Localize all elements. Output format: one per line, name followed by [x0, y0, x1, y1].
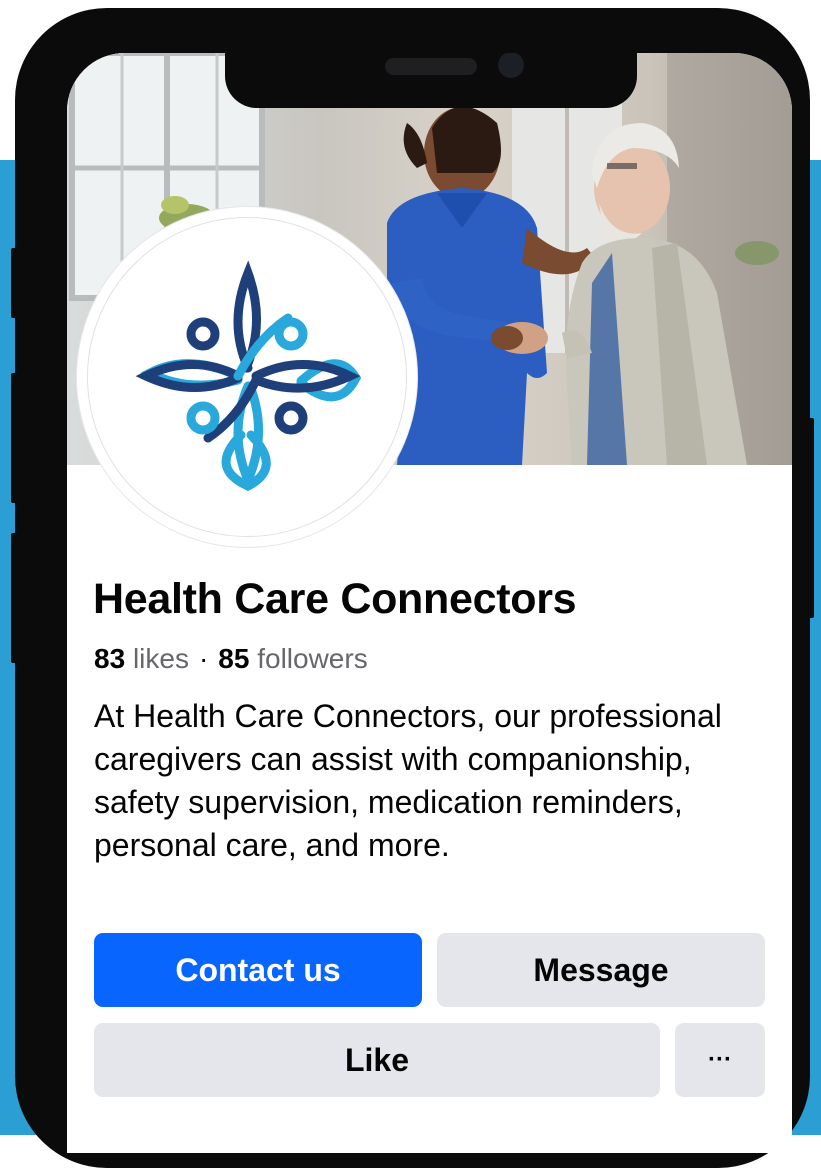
- likes-count: 83: [94, 643, 126, 674]
- phone-side-button: [11, 248, 17, 318]
- followers-label: followers: [257, 643, 368, 674]
- stats-separator: ·: [198, 643, 209, 674]
- followers-stat[interactable]: 85 followers: [218, 643, 367, 674]
- page-stats: 83 likes · 85 followers: [94, 643, 368, 675]
- phone-side-button: [11, 533, 17, 663]
- phone-screen: Health Care Connectors 83 likes · 85 follo…: [67, 53, 792, 1153]
- profile-picture[interactable]: [77, 207, 417, 547]
- page-bio: At Health Care Connectors, our professio…: [94, 698, 722, 863]
- phone-frame: Health Care Connectors 83 likes · 85 follo…: [11, 8, 814, 1168]
- page-title: Health Care Connectors: [93, 575, 577, 623]
- phone-side-button: [11, 373, 17, 503]
- front-camera: [498, 53, 524, 78]
- phone-side-button: [808, 418, 814, 618]
- phone-notch: [225, 53, 637, 108]
- profile-picture-frame: [87, 217, 407, 537]
- speaker-grille: [385, 58, 477, 75]
- likes-stat[interactable]: 83 likes: [94, 643, 189, 674]
- contact-us-button[interactable]: Contact us: [94, 933, 422, 1007]
- message-button[interactable]: Message: [437, 933, 765, 1007]
- likes-label: likes: [132, 643, 189, 674]
- more-options-button[interactable]: ···: [675, 1023, 765, 1097]
- like-button[interactable]: Like: [94, 1023, 660, 1097]
- interlocking-figures-logo-icon: [135, 260, 362, 492]
- followers-count: 85: [218, 643, 250, 674]
